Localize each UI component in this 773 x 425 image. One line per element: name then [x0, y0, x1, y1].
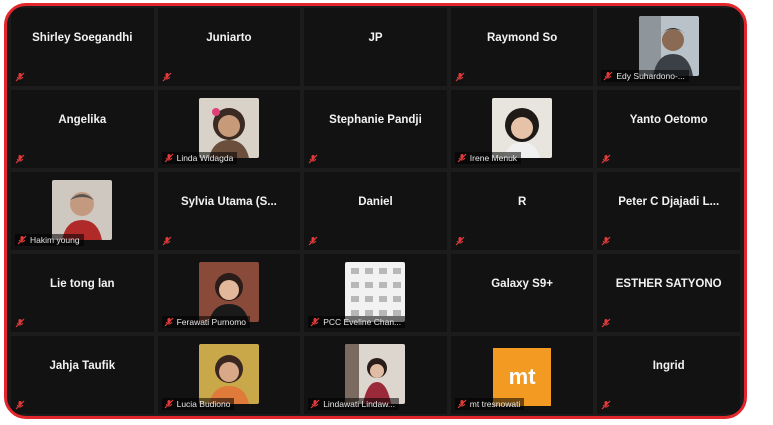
microphone-muted-icon — [162, 236, 172, 246]
participant-video — [492, 98, 553, 158]
participant-name: Stephanie Pandji — [329, 113, 422, 126]
participant-name: mt tresnowati — [469, 399, 521, 409]
participant-caption: Edy Suhardono-... — [601, 70, 689, 82]
microphone-muted-icon — [15, 154, 25, 164]
participant-video — [638, 16, 699, 76]
participant-tile[interactable]: Edy Suhardono-... — [597, 8, 740, 86]
participant-tile[interactable]: Ingrid — [597, 336, 740, 414]
microphone-muted-icon — [15, 72, 25, 82]
microphone-muted-icon — [457, 399, 467, 409]
participant-tile[interactable]: Lucia Budiono — [157, 336, 301, 414]
participant-tile[interactable]: Raymond So — [450, 8, 594, 86]
participant-gallery: Shirley Soegandhi Juniarto JP Raymond So… — [11, 8, 740, 414]
participant-name: Lindawati Lindaw... — [323, 399, 396, 409]
microphone-muted-icon — [601, 236, 611, 246]
participant-caption: Hakim young — [15, 234, 84, 246]
participant-name: Jahja Taufik — [49, 359, 116, 372]
participant-name: Ferawati Purnomo — [176, 317, 247, 327]
participant-caption: Lindawati Lindaw... — [308, 398, 400, 410]
microphone-muted-icon — [308, 236, 318, 246]
participant-tile[interactable]: PCC Eveline Chan... — [304, 254, 447, 332]
participant-tile[interactable]: Ferawati Purnomo — [157, 254, 301, 332]
participant-tile[interactable]: Peter C Djajadi L... — [597, 172, 740, 250]
microphone-muted-icon — [455, 72, 465, 82]
participant-name: Lie tong lan — [50, 277, 115, 290]
participant-caption: Irene Menuk — [454, 152, 522, 164]
participant-caption: Ferawati Purnomo — [161, 316, 251, 328]
participant-name: Daniel — [358, 195, 393, 208]
microphone-muted-icon — [308, 154, 318, 164]
participant-tile[interactable]: JP — [304, 8, 447, 86]
microphone-muted-icon — [164, 317, 174, 327]
participant-tile[interactable]: Irene Menuk — [450, 90, 594, 168]
microphone-muted-icon — [17, 235, 27, 245]
microphone-muted-icon — [310, 399, 320, 409]
microphone-muted-icon — [455, 236, 465, 246]
participant-name: Peter C Djajadi L... — [618, 195, 720, 208]
participant-name: Yanto Oetomo — [629, 113, 708, 126]
participant-name: Galaxy S9+ — [491, 277, 553, 290]
participant-caption: Lucia Budiono — [161, 398, 235, 410]
participant-tile[interactable]: Shirley Soegandhi — [11, 8, 154, 86]
participant-name: JP — [368, 31, 383, 44]
participant-tile[interactable]: ESTHER SATYONO — [597, 254, 740, 332]
microphone-muted-icon — [601, 400, 611, 410]
microphone-muted-icon — [15, 400, 25, 410]
participant-tile[interactable]: Lie tong lan — [11, 254, 154, 332]
participant-name: R — [517, 195, 527, 208]
participant-tile[interactable]: R — [450, 172, 594, 250]
participant-video — [52, 180, 113, 240]
participant-name: Irene Menuk — [469, 153, 518, 163]
video-conference-window: Shirley Soegandhi Juniarto JP Raymond So… — [4, 3, 747, 419]
microphone-muted-icon — [310, 317, 320, 327]
participant-tile[interactable]: Stephanie Pandji — [304, 90, 447, 168]
participant-video — [198, 98, 259, 158]
participant-caption: mt tresnowati — [454, 398, 525, 410]
microphone-muted-icon — [601, 154, 611, 164]
participant-name: Edy Suhardono-... — [616, 71, 685, 81]
participant-tile[interactable]: mt mt tresnowati — [450, 336, 594, 414]
participant-name: Shirley Soegandhi — [32, 31, 133, 44]
participant-tile[interactable]: Daniel — [304, 172, 447, 250]
participant-tile[interactable]: Hakim young — [11, 172, 154, 250]
microphone-muted-icon — [601, 318, 611, 328]
participant-tile[interactable]: Angelika — [11, 90, 154, 168]
participant-tile[interactable]: Sylvia Utama (S... — [157, 172, 301, 250]
participant-caption: PCC Eveline Chan... — [308, 316, 406, 328]
participant-tile[interactable]: Juniarto — [157, 8, 301, 86]
microphone-muted-icon — [603, 71, 613, 81]
participant-name: Hakim young — [30, 235, 80, 245]
participant-caption: Linda Widagda — [161, 152, 238, 164]
participant-name: Ingrid — [652, 359, 685, 372]
participant-name: Angelika — [58, 113, 107, 126]
microphone-muted-icon — [164, 399, 174, 409]
participant-tile[interactable]: Lindawati Lindaw... — [304, 336, 447, 414]
microphone-muted-icon — [164, 153, 174, 163]
participant-video — [198, 344, 259, 404]
participant-tile[interactable]: Yanto Oetomo — [597, 90, 740, 168]
participant-name: Juniarto — [206, 31, 252, 44]
participant-video — [345, 344, 406, 404]
participant-tile[interactable]: Galaxy S9+ — [450, 254, 594, 332]
participant-name: Sylvia Utama (S... — [180, 195, 277, 208]
participant-video — [345, 262, 406, 322]
participant-tile[interactable]: Linda Widagda — [157, 90, 301, 168]
participant-name: ESTHER SATYONO — [615, 277, 722, 290]
microphone-muted-icon — [162, 72, 172, 82]
participant-name: PCC Eveline Chan... — [323, 317, 402, 327]
microphone-muted-icon — [457, 153, 467, 163]
participant-name: Raymond So — [486, 31, 558, 44]
participant-name: Linda Widagda — [176, 153, 234, 163]
participant-tile[interactable]: Jahja Taufik — [11, 336, 154, 414]
participant-name: Lucia Budiono — [176, 399, 231, 409]
participant-video — [198, 262, 259, 322]
microphone-muted-icon — [15, 318, 25, 328]
